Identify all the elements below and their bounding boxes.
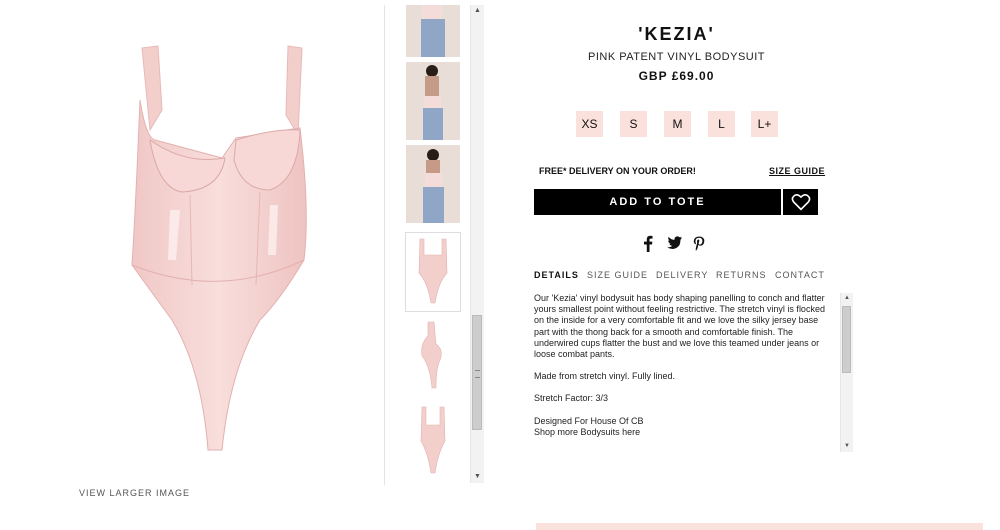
shop-more-prefix: Shop more (534, 426, 579, 437)
designed-for-text: Designed For House Of CB (534, 415, 644, 426)
size-button-m[interactable]: M (664, 111, 691, 137)
view-larger-image-link[interactable]: VIEW LARGER IMAGE (79, 488, 190, 498)
shop-more-bodysuits-link[interactable]: Bodysuits (581, 427, 620, 437)
details-scroll-up-icon[interactable]: ▲ (841, 293, 853, 304)
add-to-tote-button[interactable]: ADD TO TOTE (534, 189, 781, 215)
facebook-icon (644, 235, 653, 252)
details-fabric: Made from stretch vinyl. Fully lined. (534, 371, 676, 382)
size-button-l-plus[interactable]: L+ (751, 111, 778, 137)
tab-details[interactable]: DETAILS (534, 270, 579, 280)
details-scroll-down-icon[interactable]: ▼ (841, 441, 853, 452)
size-button-xs[interactable]: XS (576, 111, 603, 137)
scroll-down-icon[interactable]: ▼ (471, 471, 484, 483)
twitter-share[interactable] (664, 234, 682, 252)
tab-returns[interactable]: RETURNS (716, 270, 767, 280)
details-scrollbar[interactable]: ▲ ▼ (840, 293, 853, 452)
pinterest-share[interactable] (690, 234, 708, 252)
tab-size-guide[interactable]: SIZE GUIDE (587, 270, 648, 280)
thumbnail-scrollbar[interactable]: ▲ ▼ (470, 5, 484, 483)
thumbnail-model-front[interactable] (406, 5, 460, 57)
free-delivery-notice: FREE* DELIVERY ON YOUR ORDER! (539, 166, 696, 176)
pinterest-icon (693, 236, 705, 251)
wishlist-button[interactable] (783, 189, 818, 215)
tab-contact[interactable]: CONTACT (775, 270, 825, 280)
shop-more-suffix: here (622, 426, 641, 437)
size-guide-link[interactable]: SIZE GUIDE (769, 166, 825, 176)
gallery-divider (384, 5, 385, 485)
size-button-l[interactable]: L (708, 111, 735, 137)
size-button-s[interactable]: S (620, 111, 647, 137)
product-subtitle: PINK PATENT VINYL BODYSUIT (587, 51, 766, 63)
details-stretch-factor: Stretch Factor: 3/3 (534, 393, 609, 404)
tab-delivery[interactable]: DELIVERY (656, 270, 708, 280)
product-title: 'KEZIA' (638, 24, 715, 44)
details-description: Our 'Kezia' vinyl bodysuit has body shap… (534, 293, 825, 360)
scroll-thumb[interactable] (472, 315, 482, 430)
main-product-image[interactable] (110, 40, 350, 460)
facebook-share[interactable] (639, 234, 657, 252)
twitter-icon (666, 236, 682, 250)
thumbnail-model-back-2[interactable] (406, 145, 460, 223)
thumbnail-product-side[interactable] (406, 316, 460, 394)
details-panel: Our 'Kezia' vinyl bodysuit has body shap… (534, 293, 832, 453)
details-footer: Designed For House Of CB Shop more Bodys… (534, 416, 832, 438)
product-price: GBP £69.00 (638, 69, 715, 83)
thumbnail-model-back[interactable] (406, 62, 460, 140)
thumbnail-strip[interactable] (404, 5, 464, 483)
details-scroll-thumb[interactable] (842, 306, 851, 373)
thumbnail-product-back[interactable] (406, 401, 460, 479)
footer-banner (536, 523, 983, 530)
scroll-up-icon[interactable]: ▲ (471, 5, 484, 17)
heart-icon (791, 194, 810, 211)
thumbnail-product-front[interactable] (405, 232, 461, 312)
